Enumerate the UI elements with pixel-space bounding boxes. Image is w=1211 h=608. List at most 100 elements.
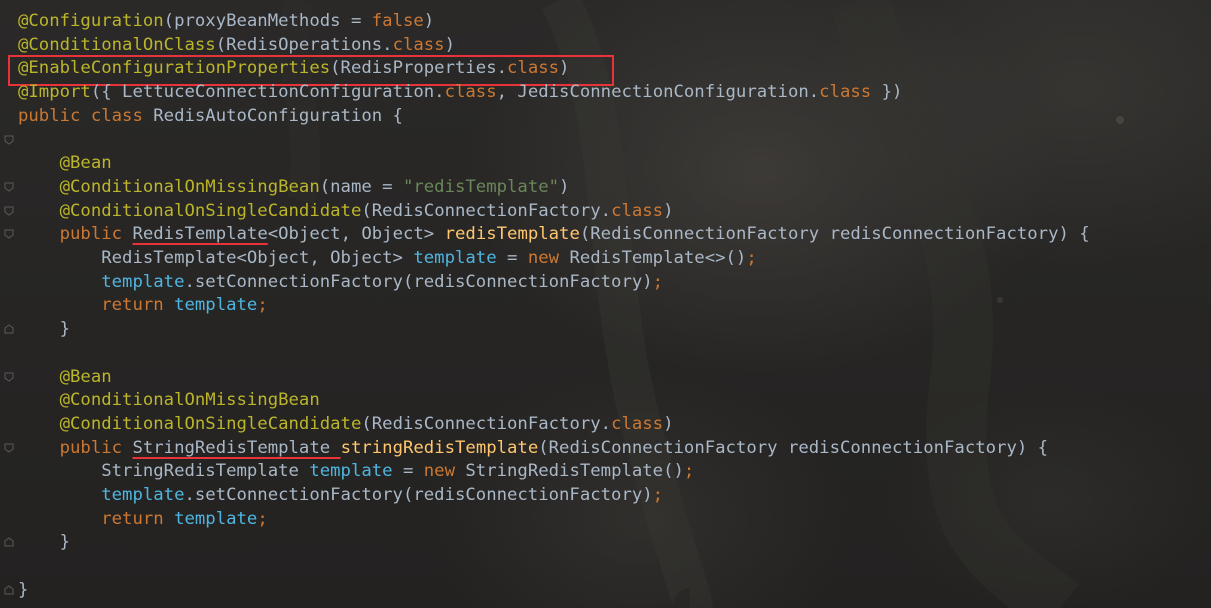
code-token: stringRedisTemplate (340, 437, 539, 458)
code-token: @ConditionalOnClass (18, 34, 216, 55)
fold-open-icon[interactable] (4, 229, 14, 239)
code-token: StringRedisTemplate (18, 461, 310, 482)
code-line-highlighted[interactable]: @EnableConfigurationProperties(RedisProp… (18, 56, 569, 80)
code-line[interactable]: public StringRedisTemplate stringRedisTe… (18, 436, 1048, 460)
code-token: ; (652, 271, 664, 292)
fold-close-icon[interactable] (4, 324, 14, 334)
code-token: template (413, 248, 497, 268)
code-token: template (101, 271, 185, 292)
code-token: StringRedisTemplate() (465, 461, 684, 482)
code-token: return (101, 508, 175, 529)
code-token: ) (559, 58, 570, 79)
code-token: @Configuration (18, 11, 164, 31)
code-token: (RedisOperations. (215, 34, 393, 55)
code-line[interactable]: return template; (18, 507, 268, 531)
code-line[interactable]: RedisTemplate<Object, Object> template =… (18, 246, 757, 270)
code-token: (RedisProperties. (330, 58, 508, 79)
code-line[interactable]: } (18, 578, 28, 602)
fold-open-icon[interactable] (4, 443, 14, 453)
code-token: class (392, 34, 445, 55)
code-token: ) (444, 34, 455, 55)
code-line[interactable]: } (18, 530, 70, 554)
code-token: ) (423, 11, 435, 31)
code-token: ) (559, 176, 570, 197)
code-token: redisTemplate (444, 224, 580, 245)
code-token: template (174, 295, 258, 316)
code-token: .setConnectionFactory(redisConnectionFac… (184, 485, 653, 505)
code-line[interactable]: @Bean (18, 365, 112, 389)
code-token: template (101, 485, 185, 505)
code-token: .setConnectionFactory(redisConnectionFac… (184, 271, 653, 292)
code-token: @ConditionalOnMissingBean (59, 390, 320, 411)
code-token: class (507, 58, 560, 79)
code-token: = (496, 248, 528, 268)
code-line[interactable]: @Configuration(proxyBeanMethods = false) (18, 9, 434, 33)
code-line[interactable]: return template; (18, 293, 268, 317)
code-line[interactable]: @ConditionalOnClass(RedisOperations.clas… (18, 33, 455, 57)
code-line[interactable]: @ConditionalOnSingleCandidate(RedisConne… (18, 199, 674, 223)
fold-close-icon[interactable] (4, 585, 14, 595)
code-token: class (819, 82, 872, 103)
code-token: return (101, 295, 175, 316)
code-token: ; (257, 508, 268, 529)
code-token: ; (746, 248, 757, 268)
fold-open-icon[interactable] (4, 372, 14, 382)
code-token: class (444, 82, 497, 103)
code-token: @ConditionalOnSingleCandidate (59, 413, 362, 434)
code-token: public (59, 437, 133, 458)
code-token: @Import (18, 82, 91, 103)
code-token: false (371, 11, 424, 31)
code-line[interactable]: public class RedisAutoConfiguration { (18, 104, 403, 128)
code-token: }) (871, 82, 903, 103)
code-token: public class (18, 105, 154, 126)
code-token: (RedisConnectionFactory redisConnectionF… (579, 224, 1090, 245)
code-line[interactable]: template.setConnectionFactory(redisConne… (18, 270, 663, 294)
fold-open-icon[interactable] (4, 182, 14, 192)
code-token: RedisTemplate<Object, Object> (18, 248, 414, 268)
fold-open-icon[interactable] (4, 135, 14, 145)
code-token: @EnableConfigurationProperties (18, 58, 331, 79)
code-editor[interactable]: @Configuration(proxyBeanMethods = false)… (0, 0, 1211, 608)
code-token: } (18, 532, 71, 553)
code-line[interactable]: @ConditionalOnMissingBean (18, 388, 320, 412)
code-line[interactable]: @ConditionalOnMissingBean(name = "redisT… (18, 175, 570, 199)
code-token: (RedisConnectionFactory. (361, 200, 612, 221)
code-token: ; (257, 295, 268, 316)
code-token: ; (652, 485, 664, 505)
code-line[interactable]: template.setConnectionFactory(redisConne… (18, 483, 663, 507)
code-token: @Bean (59, 153, 112, 174)
code-line[interactable]: } (18, 317, 70, 341)
code-token: @Bean (59, 366, 112, 387)
code-token: new (423, 461, 466, 482)
code-line[interactable]: @ConditionalOnSingleCandidate(RedisConne… (18, 412, 674, 436)
code-line[interactable]: StringRedisTemplate template = new Strin… (18, 459, 694, 483)
code-token: , JedisConnectionConfiguration. (496, 82, 820, 103)
code-token: ) (663, 200, 674, 221)
code-line[interactable]: @Import({ LettuceConnectionConfiguration… (18, 80, 902, 104)
code-token: class (611, 200, 664, 221)
fold-open-icon[interactable] (4, 206, 14, 216)
code-token: template (174, 508, 258, 529)
code-line[interactable]: @Bean (18, 151, 112, 175)
code-token: } (18, 319, 71, 340)
code-token: RedisAutoConfiguration { (153, 105, 403, 126)
code-token: @ConditionalOnSingleCandidate (59, 200, 362, 221)
code-token: @ConditionalOnMissingBean (59, 176, 320, 197)
code-token: } (18, 579, 29, 600)
code-token: "redisTemplate" (402, 176, 560, 197)
code-token: public (59, 224, 133, 245)
code-token: new (527, 248, 570, 268)
code-token: ; (683, 461, 695, 482)
code-token: (name = (319, 176, 403, 197)
code-token: (RedisConnectionFactory redisConnectionF… (538, 437, 1049, 458)
fold-close-icon[interactable] (4, 537, 14, 547)
code-line[interactable]: public RedisTemplate<Object, Object> red… (18, 222, 1090, 246)
code-token: <Object, Object> (267, 224, 445, 245)
